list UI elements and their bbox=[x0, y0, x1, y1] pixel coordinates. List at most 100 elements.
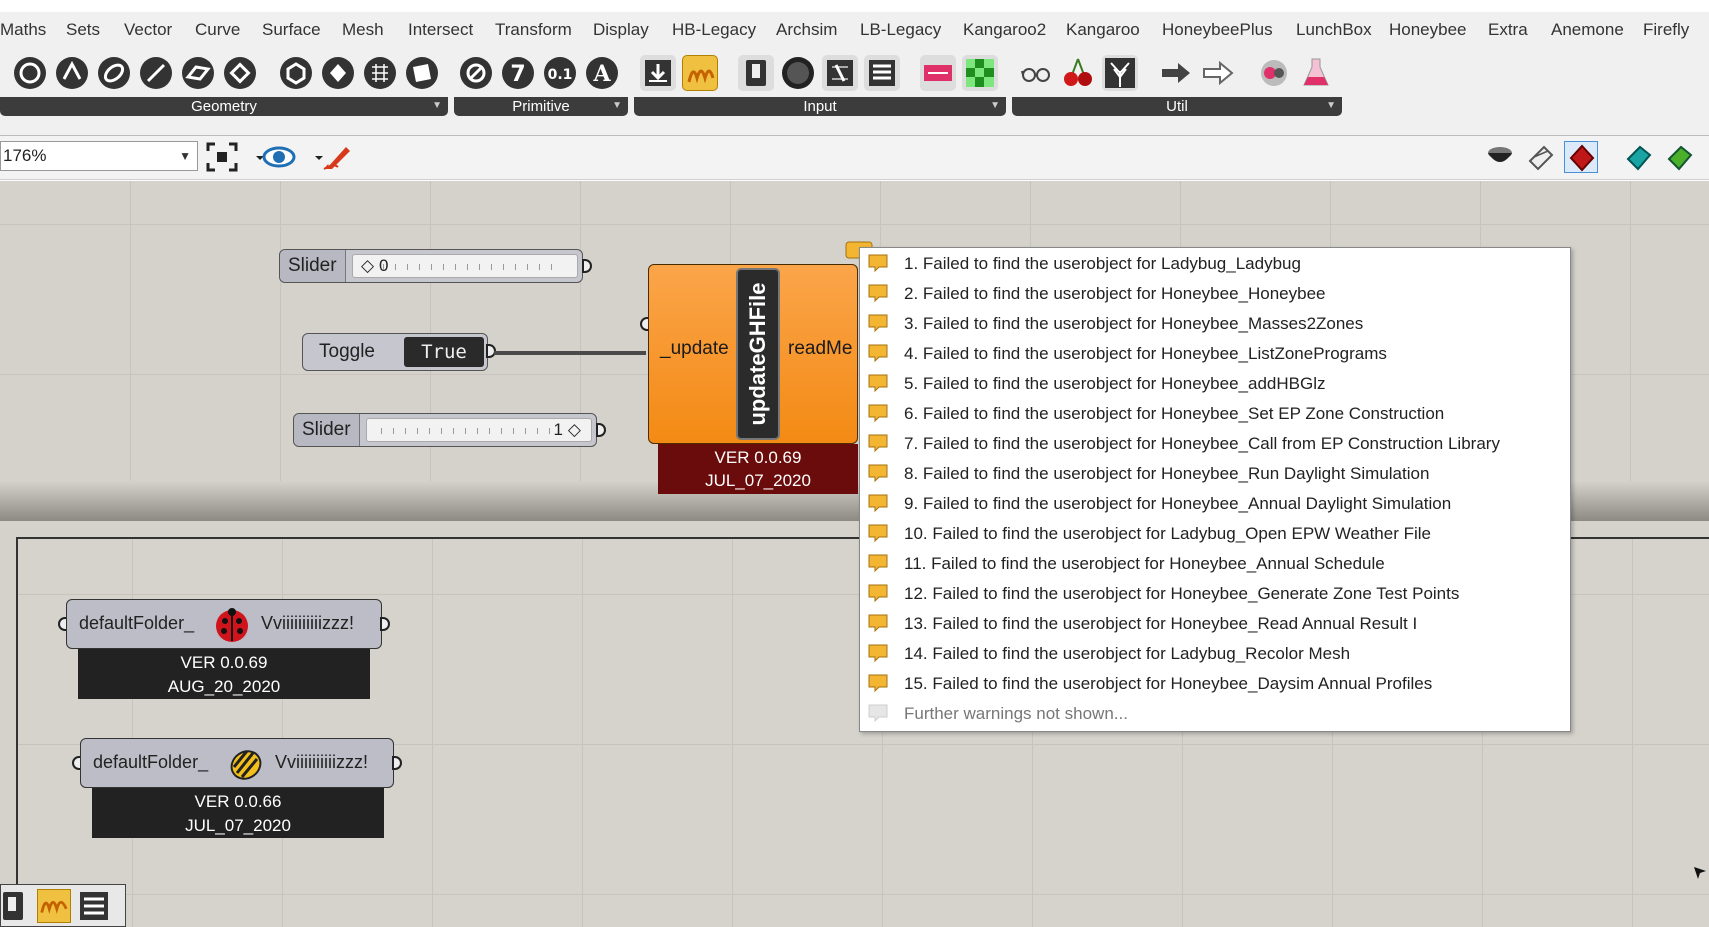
slider-bottom[interactable]: Slider 1 ◇ bbox=[293, 413, 597, 447]
file-path-icon[interactable] bbox=[640, 55, 676, 91]
mouse-cursor-icon bbox=[1694, 867, 1706, 881]
boolean-toggle[interactable]: Toggle True bbox=[302, 333, 488, 371]
menu-display[interactable]: Display bbox=[593, 20, 649, 40]
more-bubble-icon bbox=[868, 704, 888, 722]
integer-param-icon[interactable]: 7 bbox=[500, 55, 536, 91]
honeybee-version-bar: VER 0.0.66 JUL_07_2020 bbox=[92, 788, 384, 838]
warning-bubble-icon bbox=[868, 404, 888, 422]
warning-item: 12. Failed to find the userobject for Ho… bbox=[860, 578, 1570, 608]
value-list-icon[interactable] bbox=[77, 889, 111, 923]
gradient-icon[interactable] bbox=[920, 55, 956, 91]
honeybee-component[interactable]: defaultFolder_ Vviiiiiiiiiizzz! bbox=[80, 738, 394, 788]
menu-honeybeeplus[interactable]: HoneybeePlus bbox=[1162, 20, 1273, 40]
green-preview-icon[interactable] bbox=[1663, 141, 1697, 173]
value-list-icon[interactable] bbox=[864, 55, 900, 91]
zoom-dropdown-icon[interactable] bbox=[243, 141, 264, 173]
tree-icon[interactable] bbox=[1102, 55, 1138, 91]
zoom-extents-icon[interactable] bbox=[205, 141, 239, 173]
zoom-select[interactable]: 176% ▼ bbox=[0, 141, 198, 171]
eye-dropdown-icon[interactable] bbox=[302, 141, 323, 173]
component-ribbon: Geometry ▼ 7 0.1 A Primitive ▼ Input ▼ U… bbox=[0, 50, 1709, 136]
menu-transform[interactable]: Transform bbox=[495, 20, 572, 40]
ribbon-label-primitive: Primitive ▼ bbox=[454, 97, 628, 116]
menu-honeybee[interactable]: Honeybee bbox=[1389, 20, 1467, 40]
cherry-icon[interactable] bbox=[1060, 55, 1096, 91]
update-component-title: updateGHFile bbox=[736, 268, 780, 440]
toggle-update-wire bbox=[494, 351, 646, 355]
menu-archsim[interactable]: Archsim bbox=[776, 20, 837, 40]
ribbon-label-geometry: Geometry ▼ bbox=[0, 97, 448, 116]
circle-param-icon[interactable] bbox=[12, 55, 48, 91]
ribbon-group-primitive: 7 0.1 A Primitive ▼ bbox=[454, 50, 628, 116]
sketch-pen-icon[interactable] bbox=[320, 141, 354, 173]
button-object-icon[interactable] bbox=[1, 889, 35, 923]
warning-item: 8. Failed to find the userobject for Hon… bbox=[860, 458, 1570, 488]
menu-sets[interactable]: Sets bbox=[66, 20, 100, 40]
arrow-right-outline-icon[interactable] bbox=[1200, 55, 1236, 91]
glasses-icon[interactable] bbox=[1018, 55, 1054, 91]
menu-kangaroo[interactable]: Kangaroo bbox=[1066, 20, 1140, 40]
eye-icon[interactable] bbox=[262, 141, 296, 173]
slider-top[interactable]: Slider ◇ 0 bbox=[279, 249, 583, 283]
warning-item: 14. Failed to find the userobject for La… bbox=[860, 638, 1570, 668]
teal-preview-icon[interactable] bbox=[1622, 141, 1656, 173]
warning-item: 13. Failed to find the userobject for Ho… bbox=[860, 608, 1570, 638]
brep-param-icon[interactable] bbox=[320, 55, 356, 91]
menu-intersect[interactable]: Intersect bbox=[408, 20, 473, 40]
number-param-icon[interactable]: 0.1 bbox=[542, 55, 578, 91]
menu-anemone[interactable]: Anemone bbox=[1551, 20, 1624, 40]
menu-firefly[interactable]: Firefly bbox=[1643, 20, 1689, 40]
honeybee-version: VER 0.0.66 bbox=[194, 792, 282, 811]
warning-bubble-icon bbox=[868, 284, 888, 302]
line-param-icon[interactable] bbox=[138, 55, 174, 91]
update-input-label: _update bbox=[660, 338, 729, 359]
graph-mapper-icon[interactable] bbox=[37, 889, 71, 923]
ladybug-component[interactable]: defaultFolder_ Vviiiiiiiiiizzz! bbox=[66, 599, 382, 649]
menu-hb-legacy[interactable]: HB-Legacy bbox=[672, 20, 756, 40]
fancy-wire-icon[interactable] bbox=[1256, 55, 1292, 91]
warning-bubble-icon bbox=[868, 644, 888, 662]
menu-surface[interactable]: Surface bbox=[262, 20, 321, 40]
surface-param-icon[interactable] bbox=[404, 55, 440, 91]
flask-icon[interactable] bbox=[1298, 55, 1334, 91]
box-param-icon[interactable] bbox=[278, 55, 314, 91]
preview-shaded-icon[interactable] bbox=[1524, 141, 1558, 173]
menu-curve[interactable]: Curve bbox=[195, 20, 240, 40]
menu-lb-legacy[interactable]: LB-Legacy bbox=[860, 20, 941, 40]
arc-param-icon[interactable] bbox=[54, 55, 90, 91]
menu-lunchbox[interactable]: LunchBox bbox=[1296, 20, 1372, 40]
button-object-icon[interactable] bbox=[738, 55, 774, 91]
mesh-param-icon[interactable] bbox=[362, 55, 398, 91]
warning-bubble-icon bbox=[868, 524, 888, 542]
svg-text:0.1: 0.1 bbox=[548, 67, 573, 83]
text-param-icon[interactable]: A bbox=[584, 55, 620, 91]
number-slider-icon[interactable] bbox=[822, 55, 858, 91]
svg-text:A: A bbox=[592, 61, 611, 87]
point-param-icon[interactable] bbox=[222, 55, 258, 91]
ladybug-version: VER 0.0.69 bbox=[180, 653, 268, 672]
ladybug-icon bbox=[213, 606, 251, 644]
warning-item: 11. Failed to find the userobject for Ho… bbox=[860, 548, 1570, 578]
update-gh-file-component[interactable]: _update updateGHFile readMe VER 0.0.69 J… bbox=[648, 264, 858, 494]
warning-bubble-icon bbox=[868, 344, 888, 362]
menu-kangaroo2[interactable]: Kangaroo2 bbox=[963, 20, 1046, 40]
colour-wheel-icon[interactable] bbox=[962, 55, 998, 91]
slider-top-track[interactable]: ◇ 0 bbox=[352, 254, 578, 278]
toggle-value[interactable]: True bbox=[404, 337, 484, 367]
arrow-right-icon[interactable] bbox=[1158, 55, 1194, 91]
update-output-label: readMe bbox=[788, 338, 853, 359]
preview-wireframe-icon[interactable] bbox=[1483, 141, 1517, 173]
warning-bubble-icon bbox=[868, 614, 888, 632]
menu-maths[interactable]: Maths bbox=[0, 20, 46, 40]
menu-vector[interactable]: Vector bbox=[124, 20, 172, 40]
menu-extra[interactable]: Extra bbox=[1488, 20, 1528, 40]
menu-mesh[interactable]: Mesh bbox=[342, 20, 384, 40]
boolean-param-icon[interactable] bbox=[458, 55, 494, 91]
curve-param-icon[interactable] bbox=[96, 55, 132, 91]
plane-param-icon[interactable] bbox=[180, 55, 216, 91]
update-date: JUL_07_2020 bbox=[705, 471, 811, 490]
preview-selected-icon[interactable] bbox=[1564, 141, 1598, 173]
slider-bottom-track[interactable]: 1 ◇ bbox=[366, 418, 592, 442]
colour-swatch-icon[interactable] bbox=[780, 55, 816, 91]
graph-mapper-icon[interactable] bbox=[682, 55, 718, 91]
